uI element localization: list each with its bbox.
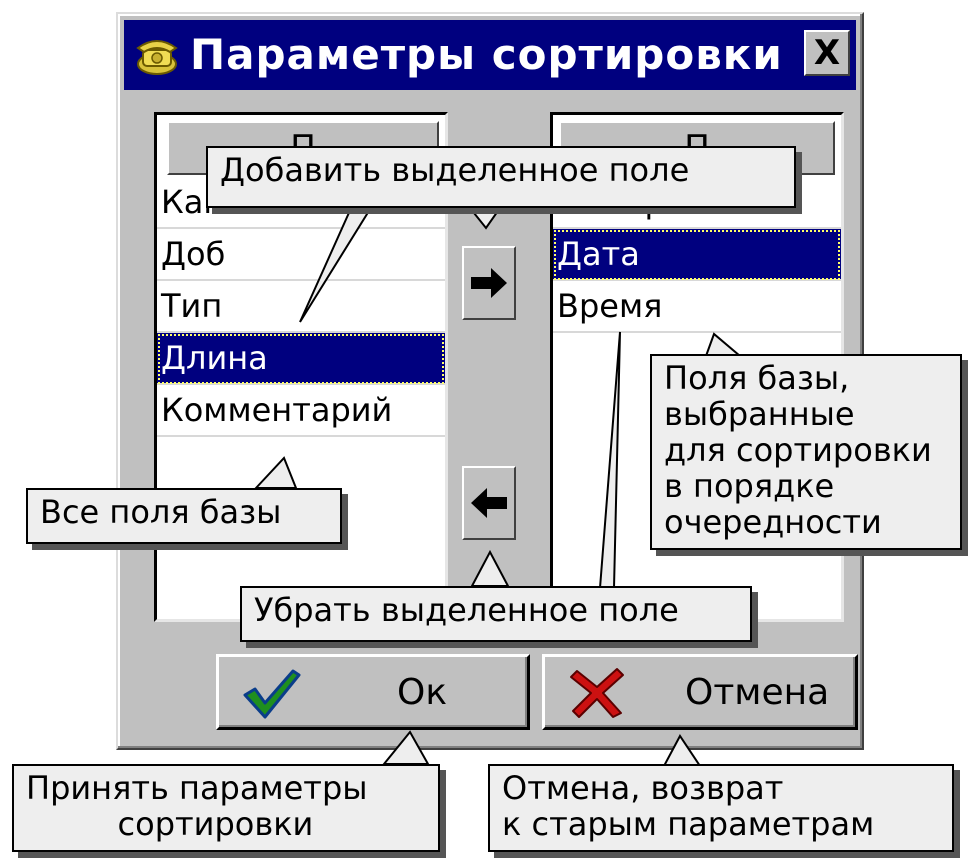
callout-cancel: Отмена, возврат к старым параметрам (488, 764, 954, 852)
ok-button[interactable]: Ок (216, 654, 530, 730)
callout-all-fields: Все поля базы (26, 488, 342, 544)
red-x-icon (570, 668, 624, 718)
add-field-button[interactable] (462, 246, 516, 320)
arrow-right-icon (471, 268, 507, 298)
callout-selected-fields: Поля базы, выбранные для сортировки в по… (650, 354, 962, 550)
remove-field-button[interactable] (462, 466, 516, 540)
arrow-left-icon (471, 488, 507, 518)
list-item[interactable]: Тип (157, 281, 445, 333)
list-item[interactable]: Комментарий (157, 385, 445, 437)
list-item[interactable]: Доб (157, 229, 445, 281)
checkmark-icon (243, 669, 301, 719)
callout-add-field: Добавить выделенное поле (206, 146, 796, 208)
dialog-title: Параметры сортировки (190, 30, 783, 79)
close-button[interactable]: X (804, 30, 850, 76)
list-item-selected[interactable]: Длина (157, 333, 445, 385)
title-bar[interactable]: Параметры сортировки X (124, 20, 856, 90)
cancel-button[interactable]: Отмена (542, 654, 858, 730)
ok-button-label: Ок (397, 672, 448, 713)
close-icon: X (813, 33, 841, 73)
callout-accept: Принять параметры сортировки (12, 764, 440, 852)
list-item-selected[interactable]: Дата (553, 229, 841, 281)
telephone-icon (136, 40, 178, 75)
list-item[interactable]: Время (553, 281, 841, 333)
callout-remove-field: Убрать выделенное поле (240, 586, 752, 642)
cancel-button-label: Отмена (685, 672, 830, 713)
